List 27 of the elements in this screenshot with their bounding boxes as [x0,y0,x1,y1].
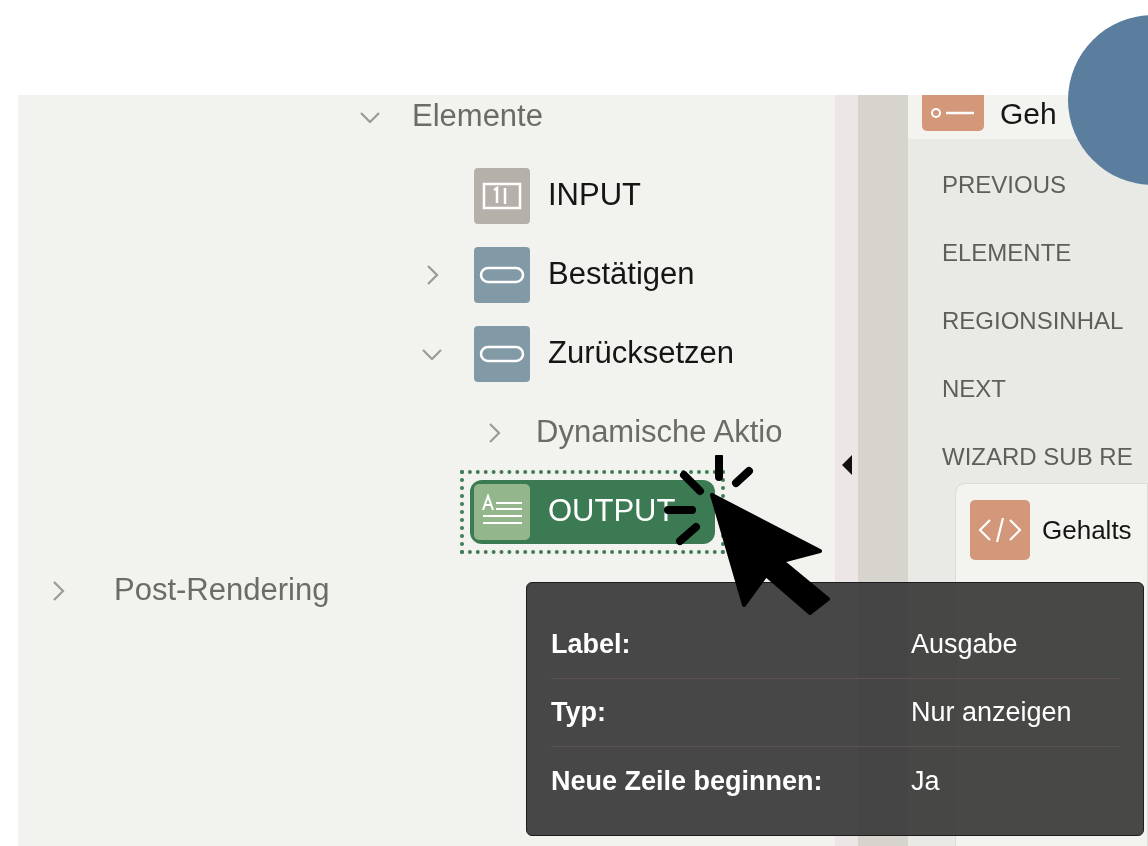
tree-item[interactable]: INPUT [474,167,641,224]
region-title: Geh [1000,99,1057,129]
region-title: Gehalts [1042,513,1132,547]
text-field-icon [474,167,530,224]
tooltip-label: Typ: [551,696,607,730]
tree-item[interactable]: Dynamische Aktio [536,409,783,456]
collapse-triangle-icon[interactable] [841,455,852,475]
position-label: ELEMENTE [942,238,1073,268]
tree-item[interactable]: Bestätigen [474,246,695,303]
code-icon [970,500,1030,560]
tooltip-value: Ausgabe [911,628,1018,662]
tree-item[interactable]: Elemente [412,95,543,140]
button-shape-icon [474,246,530,303]
position-label: NEXT [942,374,1007,404]
form-region-icon [922,95,984,131]
tooltip-value: Nur anzeigen [911,696,1072,730]
position-label: WIZARD SUB RE [942,442,1134,472]
position-label: PREVIOUS [942,170,1068,200]
tooltip-label: Neue Zeile beginnen: [551,764,824,798]
button-shape-icon [474,325,530,382]
position-label: REGIONSINHAL [942,306,1125,336]
tooltip-label: Label: [551,628,632,662]
tree-item[interactable]: Zurücksetzen [474,325,735,382]
tree-item[interactable]: Post-Rendering [114,567,330,614]
tree-item[interactable]: OUTPUT [470,479,716,544]
tooltip-value: Ja [911,764,940,798]
text-lines-icon [474,483,530,540]
